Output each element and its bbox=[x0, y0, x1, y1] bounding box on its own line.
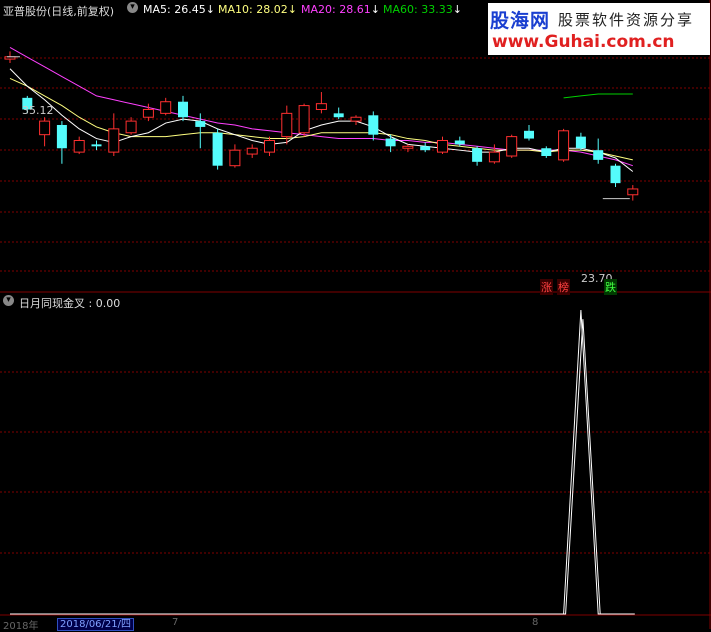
limit-down-tag: 跌 bbox=[604, 279, 617, 295]
candle-body-up bbox=[488, 151, 500, 163]
ma60-readout: MA60: 33.33↓ bbox=[383, 3, 462, 16]
candle-body-down bbox=[333, 113, 344, 118]
candle-body-up bbox=[160, 101, 172, 114]
ma60-label: MA60: bbox=[383, 3, 418, 16]
ma5-value: 26.45 bbox=[174, 3, 206, 16]
ma10-readout: MA10: 28.02↓ bbox=[218, 3, 297, 16]
ma5-readout: MA5: 26.45↓ bbox=[143, 3, 215, 16]
candle-body-up bbox=[506, 136, 518, 157]
candle-body-down bbox=[195, 121, 206, 127]
ma60-value: 33.33 bbox=[421, 3, 453, 16]
ma5-label: MA5: bbox=[143, 3, 171, 16]
candle-body-down bbox=[56, 124, 67, 149]
limit-up-tag: 涨 bbox=[540, 279, 553, 295]
candle-body-down bbox=[454, 140, 465, 145]
candle-body-up bbox=[627, 188, 639, 196]
ranking-tag: 榜 bbox=[557, 279, 570, 295]
signal-line bbox=[10, 309, 633, 615]
indicator-name: 日月同现金叉 bbox=[19, 297, 85, 310]
ma20-label: MA20: bbox=[301, 3, 336, 16]
candle-body-down bbox=[541, 148, 552, 156]
candle-body-up bbox=[39, 120, 51, 136]
candle-body-down bbox=[420, 146, 431, 151]
candle-body-down bbox=[575, 136, 586, 149]
ma60-line bbox=[563, 93, 633, 99]
candle-body-up bbox=[437, 139, 448, 153]
candle-body-up bbox=[350, 116, 362, 122]
candle-body-up bbox=[315, 103, 327, 110]
stock-title: 亚普股份(日线,前复权) bbox=[3, 3, 114, 19]
ma60-down-arrow: ↓ bbox=[452, 3, 462, 16]
candle-body-down bbox=[385, 138, 396, 147]
watermark-brand: 股海网 bbox=[490, 10, 551, 32]
candle-body-down bbox=[593, 150, 604, 160]
stock-title-text: 亚普股份(日线,前复权) bbox=[3, 5, 115, 18]
footer-mark-7: 7 bbox=[172, 617, 179, 628]
ma20-readout: MA20: 28.61↓ bbox=[301, 3, 380, 16]
ma5-down-arrow: ↓ bbox=[205, 3, 215, 16]
candle-body-up bbox=[229, 149, 241, 167]
watermark-url: www.Guhai.com.cn bbox=[492, 32, 675, 52]
candle-body-up bbox=[142, 108, 154, 118]
ma20-value: 28.61 bbox=[339, 3, 371, 16]
ma20-down-arrow: ↓ bbox=[370, 3, 380, 16]
candle-body-up bbox=[264, 139, 275, 153]
candle-body-down bbox=[178, 101, 188, 118]
candle-body-down bbox=[91, 144, 102, 147]
indicator-menu-icon[interactable]: ▾ bbox=[3, 295, 14, 306]
footer-mark-8: 8 bbox=[532, 617, 539, 628]
chart-canvas bbox=[0, 0, 711, 629]
candle-body-down bbox=[368, 115, 379, 135]
watermark-slogan: 股票软件资源分享 bbox=[558, 11, 695, 29]
signal-line-shadow bbox=[12, 319, 635, 615]
candle-body-up bbox=[558, 130, 570, 161]
candle-body-down bbox=[610, 165, 621, 184]
footer-year: 2018年 bbox=[3, 621, 39, 632]
candle-body-up bbox=[281, 112, 293, 138]
watermark-logo: 股海网 股票软件资源分享 www.Guhai.com.cn bbox=[488, 3, 710, 55]
candle-body-up bbox=[402, 145, 414, 149]
candle-body-down bbox=[472, 148, 483, 162]
candle-body-up bbox=[298, 105, 310, 134]
date-cursor-box: 2018/06/21/四 bbox=[57, 618, 135, 631]
candle-body-up bbox=[125, 120, 137, 134]
candle-body-up bbox=[73, 139, 85, 153]
ma10-down-arrow: ↓ bbox=[287, 3, 297, 16]
candle-body-up bbox=[246, 147, 258, 155]
high-price-label: 35.12 bbox=[22, 104, 54, 117]
candle-body-down bbox=[524, 130, 534, 139]
ma10-label: MA10: bbox=[218, 3, 253, 16]
indicator-value: : 0.00 bbox=[88, 297, 121, 310]
ma10-value: 28.02 bbox=[256, 3, 288, 16]
candle-body-up bbox=[108, 128, 120, 153]
candle-body-down bbox=[212, 132, 223, 166]
indicator-title: 日月同现金叉 : 0.00 bbox=[19, 295, 120, 311]
high-price-value: 35.12 bbox=[22, 104, 54, 117]
ma5-line bbox=[9, 68, 634, 172]
chevron-down-icon[interactable]: ▾ bbox=[127, 2, 138, 13]
